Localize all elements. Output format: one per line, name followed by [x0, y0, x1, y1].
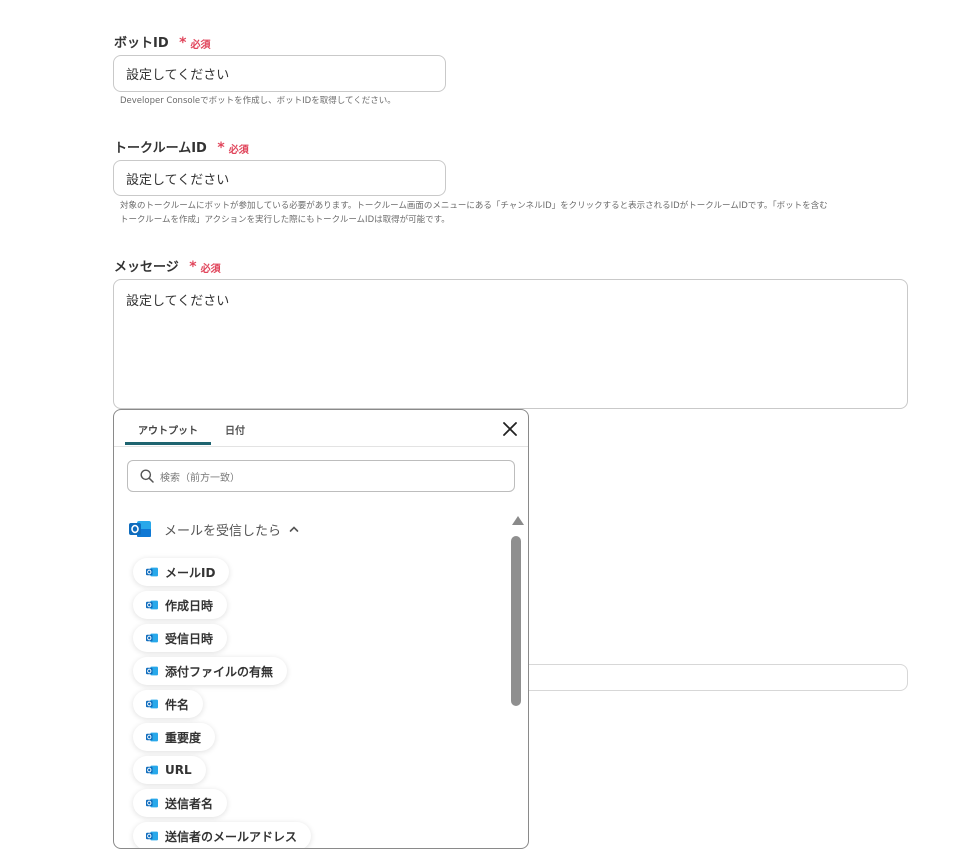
message-placeholder: 設定してください	[126, 294, 230, 309]
required-asterisk-icon: *	[217, 140, 225, 156]
output-chip-received-at[interactable]: 受信日時	[133, 624, 228, 652]
output-chip-created-at[interactable]: 作成日時	[133, 591, 228, 619]
output-chip-mail-id[interactable]: メールID	[133, 558, 230, 586]
talkroom-id-help-line2: トークルームを作成」アクションを実行した際にもトークルームIDは取得が可能です。	[120, 215, 450, 225]
chip-label: 添付ファイルの有無	[165, 664, 274, 679]
bot-id-input[interactable]: 設定してください	[113, 55, 446, 92]
output-chip-importance[interactable]: 重要度	[133, 723, 216, 751]
output-chip-subject[interactable]: 件名	[133, 690, 204, 718]
tab-output[interactable]: アウトプット	[138, 422, 198, 437]
required-badge: * 必須	[179, 36, 210, 51]
bot-id-placeholder: 設定してください	[126, 68, 230, 83]
output-chip-sender-name[interactable]: 送信者名	[133, 789, 228, 817]
outlook-icon	[146, 600, 158, 610]
chip-label: URL	[165, 763, 192, 777]
talkroom-id-input[interactable]: 設定してください	[113, 160, 446, 196]
required-text: 必須	[200, 263, 221, 275]
chip-label: 送信者のメールアドレス	[165, 829, 298, 844]
message-label: メッセージ * 必須	[114, 256, 221, 275]
required-text: 必須	[190, 39, 211, 51]
talkroom-id-help-line1: 対象のトークルームにボットが参加している必要があります。トークルーム画面のメニュ…	[120, 201, 828, 211]
message-textarea[interactable]: 設定してください	[113, 279, 908, 409]
search-icon	[140, 469, 154, 483]
close-icon[interactable]	[502, 421, 518, 437]
scrollbar[interactable]	[507, 510, 527, 848]
talkroom-id-label: トークルームID * 必須	[114, 137, 249, 156]
output-chip-sender-email[interactable]: 送信者のメールアドレス	[133, 822, 312, 848]
outlook-icon	[146, 765, 158, 775]
search-placeholder: 検索（前方一致）	[160, 472, 240, 484]
required-badge: * 必須	[217, 141, 248, 156]
group-title: メールを受信したら	[164, 523, 282, 539]
output-chip-url[interactable]: URL	[133, 756, 206, 784]
outlook-icon	[146, 633, 158, 643]
tab-date[interactable]: 日付	[225, 422, 245, 437]
hidden-field-input[interactable]	[529, 664, 908, 691]
popover-tabs: アウトプット 日付	[114, 410, 528, 447]
scrollbar-thumb[interactable]	[511, 536, 521, 706]
required-badge: * 必須	[189, 260, 220, 275]
outlook-icon	[146, 831, 158, 841]
outlook-icon	[146, 567, 158, 577]
chip-label: 件名	[165, 697, 190, 712]
active-tab-indicator	[125, 442, 211, 445]
chip-label: メールID	[165, 565, 216, 580]
chip-label: 重要度	[165, 730, 202, 745]
bot-id-label-text: ボットID	[114, 36, 169, 51]
outlook-icon	[146, 798, 158, 808]
group-header[interactable]: メールを受信したら	[128, 518, 299, 540]
required-text: 必須	[228, 144, 249, 156]
bot-id-label: ボットID * 必須	[114, 32, 211, 51]
outlook-icon	[129, 521, 151, 537]
output-picker-popover: アウトプット 日付 検索（前方一致） メールを受信したら メールID 作成日時	[113, 409, 529, 849]
chevron-up-icon[interactable]	[289, 525, 299, 533]
talkroom-id-placeholder: 設定してください	[126, 172, 230, 188]
message-label-text: メッセージ	[114, 260, 179, 275]
bot-id-help: Developer Consoleでボットを作成し、ボットIDを取得してください…	[120, 96, 396, 106]
chip-label: 送信者名	[165, 796, 214, 811]
search-input[interactable]: 検索（前方一致）	[127, 460, 515, 492]
outlook-icon	[146, 666, 158, 676]
outlook-icon	[146, 732, 158, 742]
required-asterisk-icon: *	[179, 35, 187, 51]
talkroom-id-label-text: トークルームID	[114, 141, 207, 156]
outlook-icon	[146, 699, 158, 709]
output-chip-has-attachment[interactable]: 添付ファイルの有無	[133, 657, 288, 685]
talkroom-id-help: 対象のトークルームにボットが参加している必要があります。トークルーム画面のメニュ…	[120, 199, 910, 227]
chip-label: 受信日時	[165, 631, 214, 646]
chip-label: 作成日時	[165, 598, 214, 613]
scroll-up-arrow-icon[interactable]	[512, 516, 524, 525]
required-asterisk-icon: *	[189, 259, 197, 275]
